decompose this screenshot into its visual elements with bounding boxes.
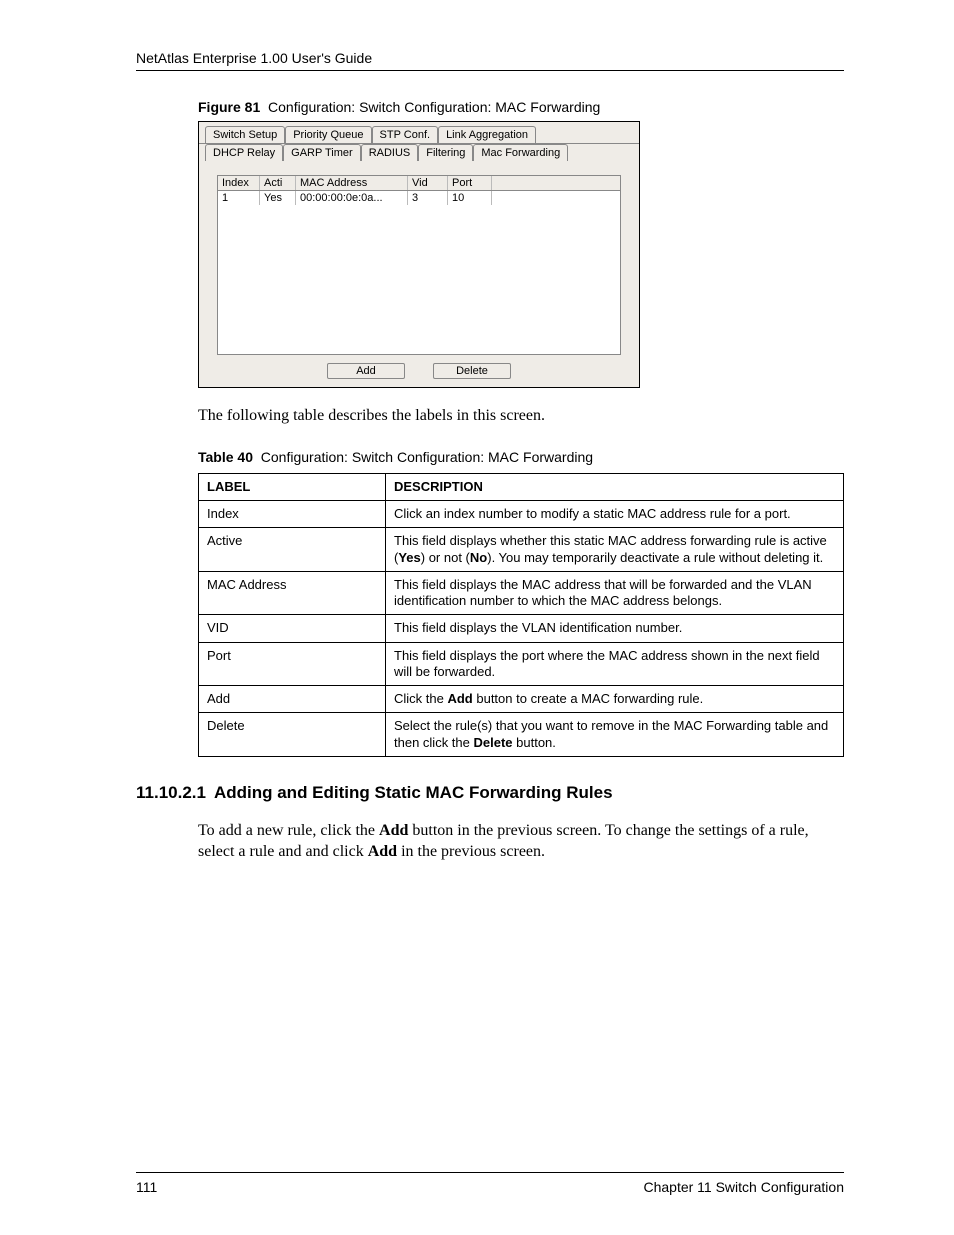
tab-garp-timer[interactable]: GARP Timer — [283, 144, 361, 161]
mac-list-header: Index Acti MAC Address Vid Port — [218, 176, 620, 191]
cell-label: Index — [199, 501, 386, 528]
tab-priority-queue[interactable]: Priority Queue — [285, 126, 371, 143]
cell-description: Click an index number to modify a static… — [386, 501, 844, 528]
figure-caption-text: Configuration: Switch Configuration: MAC… — [268, 99, 600, 115]
col-port: Port — [448, 176, 492, 190]
mac-list[interactable]: Index Acti MAC Address Vid Port 1Yes00:0… — [217, 175, 621, 355]
col-mac: MAC Address — [296, 176, 408, 190]
cell-description: This field displays the MAC address that… — [386, 571, 844, 615]
section-heading-text: Adding and Editing Static MAC Forwarding… — [214, 783, 613, 802]
running-header: NetAtlas Enterprise 1.00 User's Guide — [136, 50, 844, 66]
mac-list-row[interactable]: 1Yes00:00:00:0e:0a...310 — [218, 191, 620, 205]
cell-description: Click the Add button to create a MAC for… — [386, 686, 844, 713]
cell-description: Select the rule(s) that you want to remo… — [386, 713, 844, 757]
figure-caption: Figure 81 Configuration: Switch Configur… — [198, 99, 844, 115]
cell-description: This field displays the VLAN identificat… — [386, 615, 844, 642]
section-body: To add a new rule, click the Add button … — [198, 821, 844, 863]
tab-row-2: DHCP RelayGARP TimerRADIUSFilteringMac F… — [199, 144, 639, 161]
section-heading-number: 11.10.2.1 — [136, 783, 206, 803]
cell-label: Add — [199, 686, 386, 713]
add-button[interactable]: Add — [327, 363, 405, 379]
tab-filtering[interactable]: Filtering — [418, 144, 473, 161]
cell-label: Delete — [199, 713, 386, 757]
cell-label: VID — [199, 615, 386, 642]
table-row: IndexClick an index number to modify a s… — [199, 501, 844, 528]
th-description: DESCRIPTION — [386, 473, 844, 500]
figure-dialog: Switch SetupPriority QueueSTP Conf.Link … — [198, 121, 640, 388]
table-caption-label: Table 40 — [198, 449, 253, 465]
intro-paragraph: The following table describes the labels… — [198, 406, 844, 427]
delete-button[interactable]: Delete — [433, 363, 511, 379]
figure-caption-label: Figure 81 — [198, 99, 260, 115]
table-row: ActiveThis field displays whether this s… — [199, 528, 844, 572]
tab-dhcp-relay[interactable]: DHCP Relay — [205, 144, 283, 161]
cell-description: This field displays the port where the M… — [386, 642, 844, 686]
tab-stp-conf-[interactable]: STP Conf. — [372, 126, 439, 143]
col-active: Acti — [260, 176, 296, 190]
tab-row-1: Switch SetupPriority QueueSTP Conf.Link … — [199, 122, 639, 144]
cell-label: Active — [199, 528, 386, 572]
table-row: MAC AddressThis field displays the MAC a… — [199, 571, 844, 615]
table-row: VIDThis field displays the VLAN identifi… — [199, 615, 844, 642]
section-heading: 11.10.2.1 Adding and Editing Static MAC F… — [136, 783, 844, 803]
chapter-label: Chapter 11 Switch Configuration — [643, 1179, 844, 1195]
col-index: Index — [218, 176, 260, 190]
table-row: AddClick the Add button to create a MAC … — [199, 686, 844, 713]
tab-radius[interactable]: RADIUS — [361, 144, 419, 161]
cell-label: MAC Address — [199, 571, 386, 615]
header-rule — [136, 70, 844, 71]
tab-switch-setup[interactable]: Switch Setup — [205, 126, 285, 143]
page-number: 111 — [136, 1179, 157, 1195]
table-caption: Table 40 Configuration: Switch Configura… — [198, 449, 844, 465]
page-footer: 111 Chapter 11 Switch Configuration — [136, 1172, 844, 1195]
dialog-button-row: Add Delete — [199, 363, 639, 379]
cell-label: Port — [199, 642, 386, 686]
th-label: LABEL — [199, 473, 386, 500]
cell-description: This field displays whether this static … — [386, 528, 844, 572]
table-row: PortThis field displays the port where t… — [199, 642, 844, 686]
table-caption-text: Configuration: Switch Configuration: MAC… — [261, 449, 593, 465]
label-description-table: LABEL DESCRIPTION IndexClick an index nu… — [198, 473, 844, 757]
table-row: DeleteSelect the rule(s) that you want t… — [199, 713, 844, 757]
tab-link-aggregation[interactable]: Link Aggregation — [438, 126, 536, 143]
col-vid: Vid — [408, 176, 448, 190]
tab-mac-forwarding[interactable]: Mac Forwarding — [473, 144, 568, 161]
